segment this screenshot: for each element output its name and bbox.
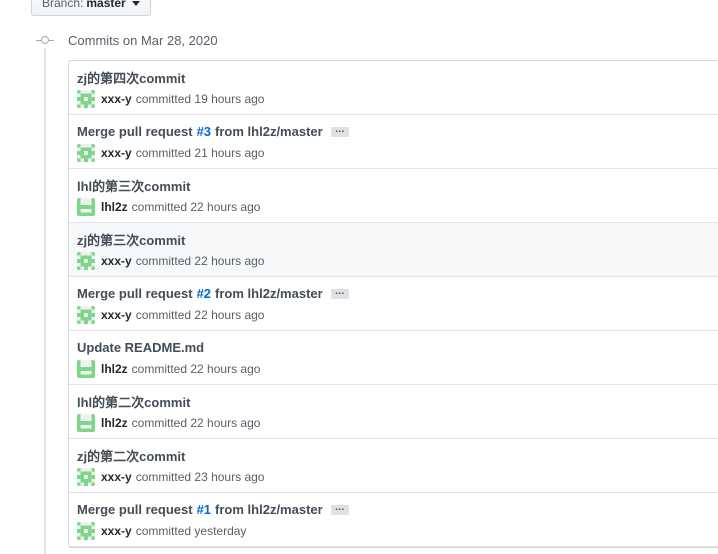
commit-item: Merge pull request #2 from lhl2z/master … <box>69 277 718 331</box>
commit-title-link[interactable]: zj的第三次commit <box>77 230 185 249</box>
expand-message-button[interactable]: … <box>330 502 349 515</box>
commit-title-link[interactable]: zj的第二次commit <box>77 446 185 465</box>
commit-time: yesterday <box>194 524 247 538</box>
commit-author[interactable]: xxx-y <box>101 470 132 484</box>
commit-item: zj的第三次commit xxx-y committed 22 hours ag… <box>69 223 718 277</box>
caret-down-icon <box>131 0 140 6</box>
expand-message-button[interactable]: … <box>330 124 349 137</box>
commit-item: zj的第四次commit xxx-y committed 19 hours ag… <box>69 61 718 115</box>
commit-action: committed <box>135 524 192 538</box>
commit-time: 22 hours ago <box>194 254 265 268</box>
commit-title-link[interactable]: Merge pull request <box>77 502 193 517</box>
commit-author[interactable]: lhl2z <box>101 362 128 376</box>
branch-select-button[interactable]: Branch: master <box>31 0 151 16</box>
commit-item: zj的第二次commit xxx-y committed 23 hours ag… <box>69 439 718 493</box>
commit-item: lhl的第二次commit lhl2z committed 22 hours a… <box>69 385 718 439</box>
avatar-xxx-y-icon[interactable] <box>77 468 95 486</box>
avatar-xxx-y-icon[interactable] <box>77 90 95 108</box>
commit-title-link-suffix[interactable]: from lhl2z/master <box>215 286 323 301</box>
avatar-xxx-y-icon[interactable] <box>77 306 95 324</box>
commit-action: committed <box>135 308 192 322</box>
commit-action: committed <box>131 416 188 430</box>
commit-item: lhl的第三次commit lhl2z committed 22 hours a… <box>69 169 718 223</box>
avatar-lhl2z-icon[interactable] <box>77 414 95 432</box>
commit-title-link[interactable]: lhl的第三次commit <box>77 176 190 195</box>
commit-action: committed <box>131 362 188 376</box>
commit-item: Update README.md lhl2z committed 22 hour… <box>69 331 718 385</box>
pull-request-link[interactable]: #3 <box>197 124 211 139</box>
commit-author[interactable]: lhl2z <box>101 200 128 214</box>
git-commit-icon <box>36 32 54 48</box>
commit-action: committed <box>135 146 192 160</box>
avatar-xxx-y-icon[interactable] <box>77 522 95 540</box>
avatar-xxx-y-icon[interactable] <box>77 144 95 162</box>
pull-request-link[interactable]: #1 <box>197 502 211 517</box>
commit-group-header: Commits on Mar 28, 2020 <box>36 32 218 48</box>
commit-group-title: Commits on Mar 28, 2020 <box>68 32 218 48</box>
commit-list: zj的第四次commit xxx-y committed 19 hours ag… <box>68 60 718 548</box>
commit-action: committed <box>135 92 192 106</box>
pull-request-link[interactable]: #2 <box>197 286 211 301</box>
avatar-lhl2z-icon[interactable] <box>77 360 95 378</box>
commit-time: 22 hours ago <box>190 416 261 430</box>
commit-time: 22 hours ago <box>194 308 265 322</box>
commit-title-link[interactable]: lhl的第二次commit <box>77 392 190 411</box>
branch-label: Branch: <box>42 0 84 10</box>
commit-author[interactable]: lhl2z <box>101 416 128 430</box>
commit-title-link[interactable]: Update README.md <box>77 340 204 355</box>
commit-author[interactable]: xxx-y <box>101 254 132 268</box>
commit-time: 23 hours ago <box>194 470 265 484</box>
avatar-lhl2z-icon[interactable] <box>77 198 95 216</box>
avatar-xxx-y-icon[interactable] <box>77 252 95 270</box>
commit-time: 21 hours ago <box>194 146 265 160</box>
commit-author[interactable]: xxx-y <box>101 524 132 538</box>
commit-author[interactable]: xxx-y <box>101 92 132 106</box>
commit-title-link[interactable]: Merge pull request <box>77 124 193 139</box>
commit-item: Merge pull request #1 from lhl2z/master … <box>69 493 718 547</box>
commit-title-link-suffix[interactable]: from lhl2z/master <box>215 502 323 517</box>
commit-time: 19 hours ago <box>194 92 265 106</box>
branch-name: master <box>86 0 126 10</box>
commit-item: Merge pull request #3 from lhl2z/master … <box>69 115 718 169</box>
commit-time: 22 hours ago <box>190 200 261 214</box>
commit-author[interactable]: xxx-y <box>101 146 132 160</box>
commit-title-link-suffix[interactable]: from lhl2z/master <box>215 124 323 139</box>
commit-title-link[interactable]: Merge pull request <box>77 286 193 301</box>
timeline-line <box>44 48 46 554</box>
commit-action: committed <box>135 470 192 484</box>
expand-message-button[interactable]: … <box>330 286 349 299</box>
commit-title-link[interactable]: zj的第四次commit <box>77 68 185 87</box>
commit-action: committed <box>135 254 192 268</box>
commits-page: Branch: master Commits on Mar 28, 2020 z… <box>0 0 718 554</box>
commit-author[interactable]: xxx-y <box>101 308 132 322</box>
commit-time: 22 hours ago <box>190 362 261 376</box>
commit-action: committed <box>131 200 188 214</box>
